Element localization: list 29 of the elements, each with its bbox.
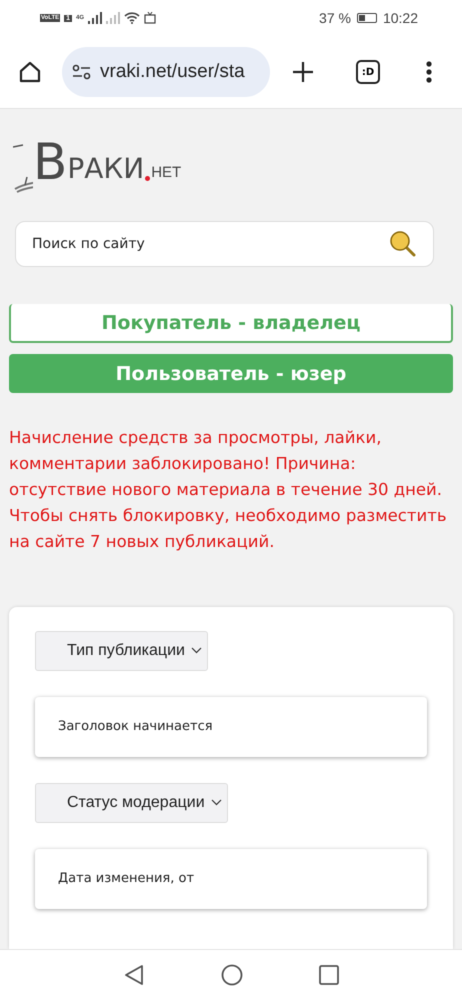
site-settings-icon[interactable] <box>72 64 92 80</box>
url-text: vraki.net/user/sta <box>100 61 245 83</box>
logo-dot <box>145 176 150 181</box>
home-icon[interactable] <box>221 964 243 986</box>
chevron-icon <box>190 647 202 654</box>
logo-domain: НЕТ <box>151 164 182 181</box>
wifi-icon <box>124 12 140 24</box>
filter-dropdown[interactable]: Тип публикации <box>35 630 208 671</box>
filter-field[interactable]: Заголовок начинается <box>35 696 427 757</box>
warning-message: Начисление средств за просмотры, лайки, комментарии заблокировано! Причина: отсутствие нового материала в течение 30 дней. Чтобы снять блокировку, необходимо разместить на сайте 7 новых публикаций. <box>9 426 448 553</box>
home-icon[interactable] <box>18 60 42 84</box>
battery-icon <box>356 13 377 23</box>
battery-percent: 37 % <box>319 10 351 26</box>
tab-switcher-button[interactable]: :D <box>356 60 380 84</box>
new-tab-icon[interactable] <box>292 61 314 83</box>
clock-time: 10:22 <box>382 10 418 26</box>
address-bar[interactable]: vraki.net/user/sta <box>62 47 270 97</box>
filter-dropdown[interactable]: Статус модерации <box>35 782 228 823</box>
menu-icon[interactable] <box>426 61 432 83</box>
back-icon[interactable] <box>123 964 145 986</box>
signal-icon <box>88 12 102 24</box>
logo-text: РАКИ <box>67 155 144 183</box>
search-icon[interactable] <box>389 230 417 258</box>
filter-field[interactable]: Дата изменения, от <box>35 848 427 909</box>
recents-icon[interactable] <box>319 965 339 985</box>
search-field[interactable]: Поиск по сайту <box>15 221 434 268</box>
chevron-icon <box>210 799 222 806</box>
signal-icon <box>106 12 120 24</box>
logo-initial: В <box>33 137 68 187</box>
